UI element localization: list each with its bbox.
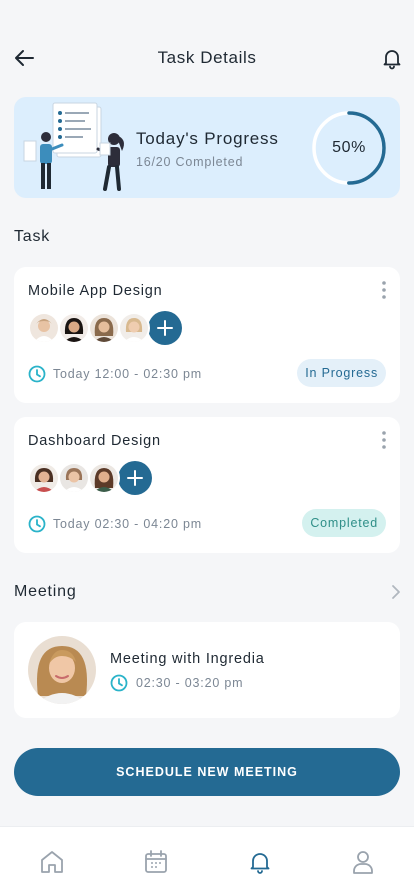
avatar [28, 462, 60, 494]
task-name: Dashboard Design [28, 433, 161, 449]
avatar [28, 312, 60, 344]
page-title: Task Details [157, 48, 257, 67]
bell-icon[interactable] [380, 46, 404, 70]
task-time: Today 02:30 - 04:20 pm [28, 515, 202, 533]
task-time: Today 12:00 - 02:30 pm [28, 365, 202, 383]
more-vertical-icon[interactable] [378, 279, 390, 301]
status-badge: In Progress [297, 359, 386, 387]
meeting-title: Meeting with Ingredia [110, 651, 265, 667]
assignee-avatars [28, 461, 152, 495]
avatar [118, 312, 150, 344]
bell-icon[interactable] [247, 849, 273, 875]
task-card-dashboard-design[interactable]: Dashboard Design Today 02:30 - 04:20 pm … [14, 417, 400, 553]
add-assignee-button[interactable] [148, 311, 182, 345]
avatar [58, 312, 90, 344]
task-time-text: Today 12:00 - 02:30 pm [53, 367, 202, 381]
plus-icon [127, 470, 143, 486]
clock-icon [28, 365, 46, 383]
progress-card: Today's Progress 16/20 Completed 50% [14, 97, 400, 198]
avatar [58, 462, 90, 494]
assignee-avatars [28, 311, 182, 345]
task-time-text: Today 02:30 - 04:20 pm [53, 517, 202, 531]
meeting-time-text: 02:30 - 03:20 pm [136, 676, 244, 690]
task-section-title: Task [14, 228, 51, 245]
schedule-new-meeting-button[interactable]: SCHEDULE NEW MEETING [14, 748, 400, 796]
progress-title: Today's Progress [136, 129, 279, 148]
progress-subtitle: 16/20 Completed [136, 155, 244, 169]
meeting-time: 02:30 - 03:20 pm [110, 674, 243, 692]
people-with-checklist-illustration [23, 102, 124, 191]
meeting-avatar [28, 636, 96, 704]
meeting-card[interactable]: Meeting with Ingredia 02:30 - 03:20 pm [14, 622, 400, 718]
add-assignee-button[interactable] [118, 461, 152, 495]
plus-icon [157, 320, 173, 336]
progress-percent: 50% [332, 139, 366, 156]
calendar-icon[interactable] [143, 849, 169, 875]
meeting-section-title: Meeting [14, 583, 77, 600]
avatar [88, 312, 120, 344]
user-icon[interactable] [350, 849, 376, 875]
task-name: Mobile App Design [28, 283, 163, 299]
clock-icon [28, 515, 46, 533]
chevron-right-icon[interactable] [390, 584, 402, 600]
status-badge: Completed [302, 509, 386, 537]
bottom-tab-bar [0, 826, 414, 896]
avatar [88, 462, 120, 494]
task-card-mobile-app-design[interactable]: Mobile App Design Today 12:00 - 02:30 pm… [14, 267, 400, 403]
more-vertical-icon[interactable] [378, 429, 390, 451]
home-icon[interactable] [39, 849, 65, 875]
clock-icon [110, 674, 128, 692]
